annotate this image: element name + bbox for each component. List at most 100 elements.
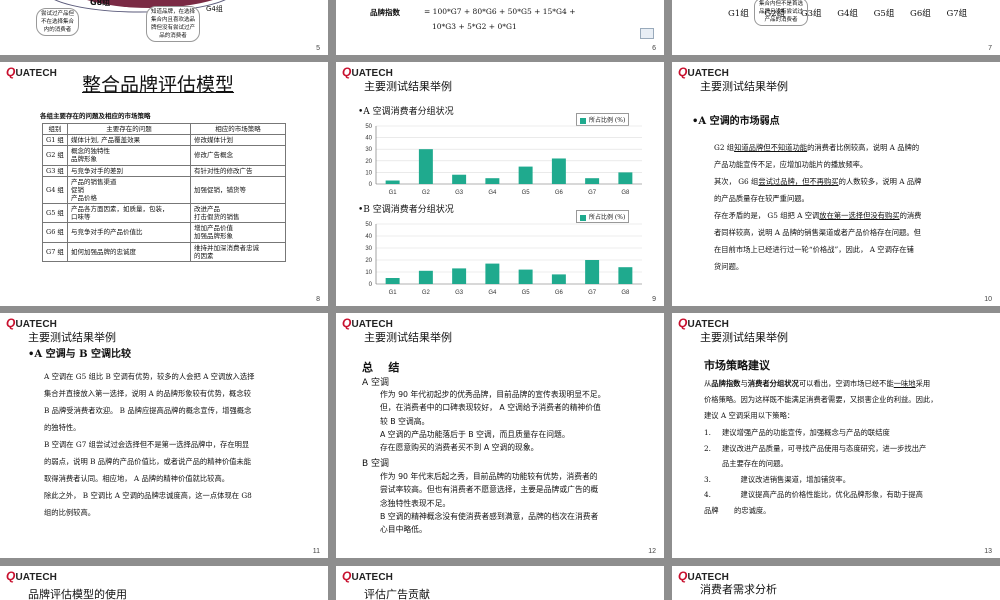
x-tick-label: G7 xyxy=(588,290,597,296)
quatech-logo: QUATECH xyxy=(342,316,393,330)
slide-15[interactable]: QUATECH 评估广告贡献 xyxy=(336,566,664,600)
x-tick-label: G6 xyxy=(555,290,564,296)
formula-line-2: 10*G3 + 5*G2 + 0*G1 xyxy=(432,22,517,31)
slide-6[interactable]: 品牌指数 = 100*G7 + 80*G6 + 50*G5 + 15*G4 + … xyxy=(336,0,664,55)
bar xyxy=(485,263,500,284)
y-tick-label: 10 xyxy=(365,170,372,176)
slide-5[interactable]: G8组 尝试过产品但 不在选择集合 内的消费者 知道品牌，在选择 集合内且喜欢选… xyxy=(0,0,328,55)
bar xyxy=(418,270,433,284)
y-tick-label: 20 xyxy=(365,258,372,264)
x-tick-label: G8 xyxy=(621,290,630,296)
slide-11[interactable]: QUATECH 主要测试结果举例 •A 空调与 B 空调比较 A 空调在 G5 … xyxy=(0,313,328,558)
strategy-intro: 从品牌指数与消费者分组状况可以看出，空调市场已经不能一味地采用 价格策略。因为这… xyxy=(704,376,994,424)
page-number: 8 xyxy=(316,296,320,303)
text-line: 的独特性。 xyxy=(44,423,81,432)
text-line: 在目前市场上已经进行过一轮“价格战”，因此， A 空调存在铺 xyxy=(714,245,914,254)
slide-title: 评估广告贡献 xyxy=(364,589,430,600)
cell-strategy: 修改广告概念 xyxy=(190,145,286,166)
text-line: 尝试率较高。但也有消费者不愿意选择，主要是品牌或广告的概 xyxy=(380,485,599,495)
cell-strategy: 改进产品 打击假货的销售 xyxy=(190,202,286,224)
cell-problem: 产品的销售渠道 促销 产品价格 xyxy=(67,175,191,205)
chart-a: 0 10 20 30 40 50 G1 G2 G3 G4 G5 G6 G7 G8 xyxy=(365,124,642,196)
slide-10[interactable]: QUATECH 主要测试结果举例 •A 空调的市场弱点 G2 组知道品牌但不知道… xyxy=(672,62,1000,306)
bar xyxy=(485,178,500,184)
quatech-logo: QUATECH xyxy=(678,316,729,330)
nav-button[interactable] xyxy=(640,28,654,39)
cell-group: G3 组 xyxy=(42,164,68,177)
bar xyxy=(585,178,600,184)
bar xyxy=(452,268,467,284)
page-number: 13 xyxy=(984,548,992,555)
chart-b-title: •B 空调消费者分组状况 xyxy=(358,205,454,215)
group-label: G4组 xyxy=(837,9,858,19)
table-row: G6 组 与竞争对手的产品价值比 增加产品价值 加强品牌形象 xyxy=(42,222,286,243)
cell-group: G4 组 xyxy=(42,175,68,205)
summary-heading: 总 结 xyxy=(362,361,400,374)
group-labels: G1组 G2组 G3组 G4组 G5组 G6组 G7组 xyxy=(728,7,967,19)
x-tick-label: G1 xyxy=(389,290,398,296)
chart-b: 0 10 20 30 40 50 G1 G2 G3 G4 G5 G6 G7 G8 xyxy=(365,222,642,296)
slide-16[interactable]: QUATECH 消费者需求分析 xyxy=(672,566,1000,600)
table-row: G7 组 如何加强品牌的忠诚度 维持并加深消费者忠诚 的因素 xyxy=(42,241,286,262)
group-label: G2组 xyxy=(764,9,786,19)
a-heading: A 空调 xyxy=(362,378,390,388)
text-line: B 空调在 G7 组尝试过会选择但不是第一选择品牌中，存在明显 xyxy=(44,440,250,449)
cell-group: G5 组 xyxy=(42,202,68,224)
slide-7[interactable]: 集合内但不是首选 品牌且没有尝试过 产品的消费者 G1组 G2组 G3组 G4组… xyxy=(672,0,1000,55)
bubble-mid: 知道品牌，在选择 集合内且喜欢选品 牌但没有尝试过产 品的消费者 xyxy=(146,6,201,42)
section-heading: •A 空调与 B 空调比较 xyxy=(28,349,132,360)
page-number: 9 xyxy=(652,296,656,303)
quatech-logo: QUATECH xyxy=(342,569,393,583)
text-line: 产品功能宣传不足，应增加功能片的播放频率。 xyxy=(714,160,868,169)
comparison-text: A 空调在 G5 组比 B 空调有优势，较多的人会把 A 空调放入选择 集合并直… xyxy=(44,368,314,521)
section-heading: 市场策略建议 xyxy=(704,359,770,372)
formula-label: 品牌指数 xyxy=(370,8,400,17)
list-item: 3. 建议改进销售渠道，增加铺货率。 xyxy=(704,474,851,484)
y-tick-label: 40 xyxy=(365,234,372,240)
slide-8[interactable]: QUATECH 整合品牌评估模型 各组主要存在的问题及相应的市场策略 组别 主要… xyxy=(0,62,328,306)
cell-strategy: 加强促销，铺货等 xyxy=(190,175,286,205)
table-row: G4 组 产品的销售渠道 促销 产品价格 加强促销，铺货等 xyxy=(42,175,286,205)
text-line: 较 B 空调高。 xyxy=(380,416,430,426)
y-tick-label: 0 xyxy=(369,282,373,288)
x-tick-label: G8 xyxy=(621,190,630,196)
b-heading: B 空调 xyxy=(362,459,390,469)
strategy-list: 1. 建议增强产品的功能宣传，加强概念与产品的联结度 2. 建议改进产品质量，可寻找… xyxy=(704,425,994,518)
slide-12[interactable]: QUATECH 主要测试结果举例 总 结 A 空调 作为 90 年代初起步的优秀… xyxy=(336,313,664,558)
bar xyxy=(551,274,566,284)
slide-9[interactable]: QUATECH 主要测试结果举例 •A 空调消费者分组状况 所占比例 (%) 0… xyxy=(336,62,664,306)
y-tick-label: 30 xyxy=(365,147,372,153)
y-tick-label: 50 xyxy=(365,124,372,130)
text-line: 除此之外， B 空调比 A 空调的品牌忠诚度高，这一点体现在 G8 xyxy=(44,491,252,500)
x-tick-label: G7 xyxy=(588,190,597,196)
bar xyxy=(385,180,400,184)
page-number: 11 xyxy=(312,548,320,555)
text-line: A 空调的产品功能落后于 B 空调，而且质量存在问题。 xyxy=(380,429,570,439)
text-line: 作为 90 年代初起步的优秀品牌，目前品牌的宣传表现明显不足。 xyxy=(380,390,606,399)
page-number: 7 xyxy=(988,45,992,52)
cell-problem: 媒体计划, 产品覆盖效果 xyxy=(67,134,191,147)
bar xyxy=(385,278,400,284)
g4-label: G4组 xyxy=(206,5,223,13)
x-tick-label: G4 xyxy=(488,290,497,296)
list-item: 品牌 的忠诚度。 xyxy=(704,505,771,515)
slide-13[interactable]: QUATECH 主要测试结果举例 市场策略建议 从品牌指数与消费者分组状况可以看… xyxy=(672,313,1000,558)
text-line: 存在愿意购买的消费者买不到 A 空调的现象。 xyxy=(380,443,539,453)
page-number: 6 xyxy=(652,45,656,52)
cell-group: G2 组 xyxy=(42,145,68,166)
group-label: G6组 xyxy=(910,9,931,19)
table-caption: 各组主要存在的问题及相应的市场策略 xyxy=(40,112,151,120)
x-tick-label: G6 xyxy=(555,190,564,196)
text-line: 心目中略低。 xyxy=(380,525,427,535)
text-line: 念独特性表现不足。 xyxy=(380,498,451,508)
chart-a-title: •A 空调消费者分组状况 xyxy=(358,107,454,117)
y-tick-label: 30 xyxy=(365,246,372,252)
slide-14[interactable]: QUATECH 品牌评估模型的使用 xyxy=(0,566,328,600)
bar xyxy=(551,158,566,184)
a-summary: 作为 90 年代初起步的优秀品牌，目前品牌的宣传表现明显不足。 但，在消费者中的… xyxy=(380,388,660,454)
bar xyxy=(418,149,433,184)
table-header-row: 组别 主要存在的问题 相应的市场策略 xyxy=(42,122,286,136)
text-line: G2 组知道品牌但不知道功能的消费者比例较高，说明 A 品牌的 xyxy=(714,143,920,152)
quatech-logo: QUATECH xyxy=(6,316,57,330)
cell-problem: 概念的独特性 品牌形象 xyxy=(67,145,191,166)
